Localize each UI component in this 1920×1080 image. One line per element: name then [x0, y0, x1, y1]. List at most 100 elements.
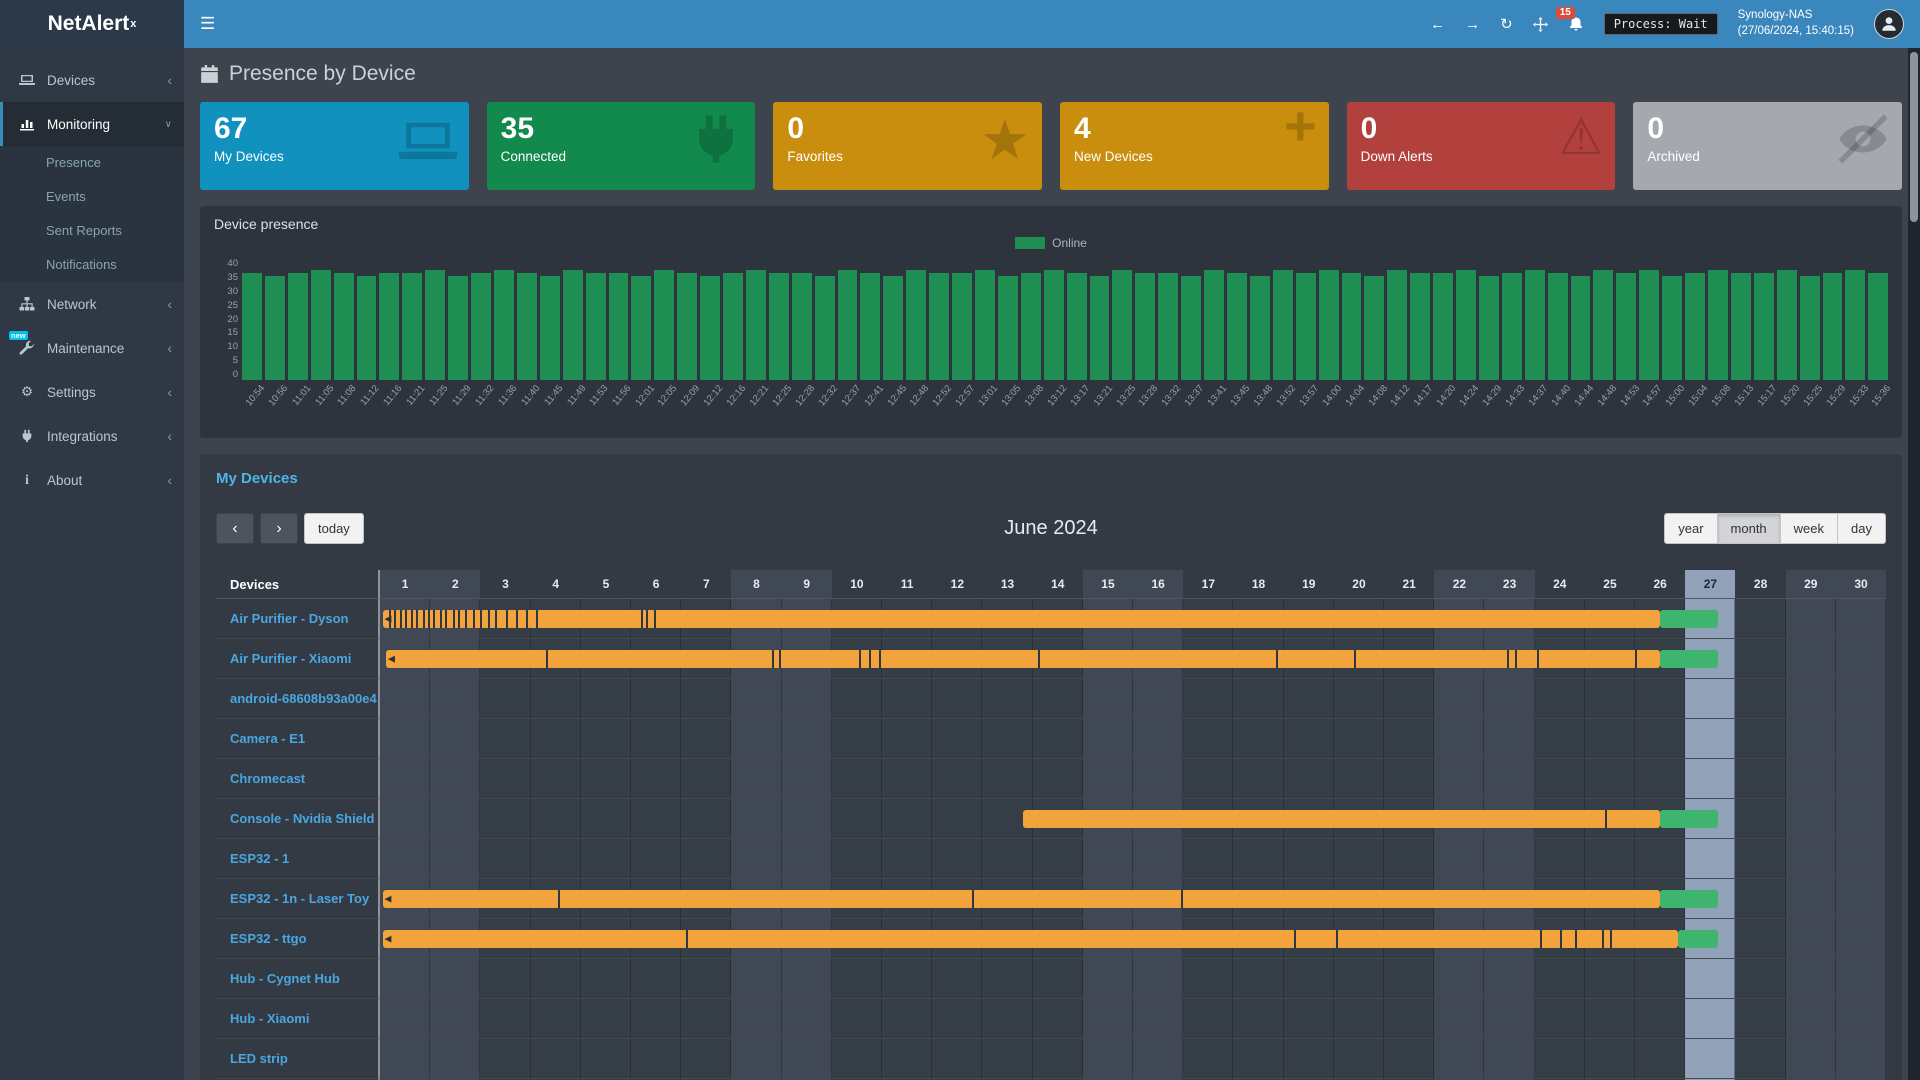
next-month-button[interactable]: ›	[260, 513, 298, 544]
stat-card-new-devices[interactable]: 4 New Devices +	[1060, 102, 1329, 190]
presence-event-bar[interactable]	[386, 650, 1660, 668]
stat-card-my-devices[interactable]: 67 My Devices	[200, 102, 469, 190]
today-button[interactable]: today	[304, 513, 364, 544]
chart-bar	[1708, 270, 1728, 380]
presence-event-bar[interactable]	[1660, 610, 1718, 628]
device-name[interactable]: Air Purifier - Dyson	[216, 599, 378, 639]
day-cell	[782, 1039, 832, 1078]
sidebar-item-monitoring[interactable]: Monitoring ∨	[0, 102, 184, 146]
day-cell	[932, 719, 982, 758]
day-cell	[631, 1039, 681, 1078]
day-cell	[1284, 839, 1334, 878]
day-cell	[832, 959, 882, 998]
day-cell	[1735, 679, 1785, 718]
day-cell	[531, 759, 581, 798]
x-tick-label: 13:37	[1183, 383, 1207, 408]
prev-month-button[interactable]: ‹	[216, 513, 254, 544]
device-name[interactable]: ESP32 - 1n - Laser Toy	[216, 879, 378, 919]
day-cell	[380, 679, 430, 718]
presence-event-bar[interactable]	[1023, 810, 1661, 828]
presence-event-bar[interactable]	[1660, 890, 1718, 908]
day-cell	[1836, 599, 1886, 638]
presence-event-bar[interactable]	[1660, 810, 1718, 828]
day-cell	[1434, 959, 1484, 998]
sidebar-item-integrations[interactable]: Integrations ‹	[0, 414, 184, 458]
day-cell	[1183, 719, 1233, 758]
x-tick-label: 12:41	[862, 383, 886, 408]
hamburger-icon[interactable]: ☰	[200, 14, 215, 34]
day-cell	[681, 799, 731, 838]
continues-left-arrow-icon: ◀	[385, 934, 392, 943]
presence-event-bar[interactable]	[383, 610, 1661, 628]
chart-bar	[1250, 276, 1270, 380]
refresh-icon[interactable]: ↻	[1500, 17, 1513, 32]
x-tick-label: 12:57	[954, 383, 978, 408]
stat-card-connected[interactable]: 35 Connected	[487, 102, 756, 190]
stat-card-down-alerts[interactable]: 0 Down Alerts ⚠	[1347, 102, 1616, 190]
x-tick-label: 15:29	[1824, 383, 1848, 408]
device-name[interactable]: ESP32 - 1	[216, 839, 378, 879]
device-name[interactable]: Chromecast	[216, 759, 378, 799]
day-cell	[1183, 1039, 1233, 1078]
day-cell	[1083, 999, 1133, 1038]
chart-bar	[379, 273, 399, 380]
day-cell	[1484, 759, 1534, 798]
continues-left-arrow-icon: ◀	[385, 614, 392, 623]
notifications-bell-icon[interactable]: 15	[1568, 16, 1584, 32]
day-cell	[932, 799, 982, 838]
device-name[interactable]: android-68608b93a00e4	[216, 679, 378, 719]
sidebar-subitem-sent-reports[interactable]: Sent Reports	[0, 214, 184, 248]
day-cell	[1083, 719, 1133, 758]
day-cell	[1836, 719, 1886, 758]
day-cell	[1585, 719, 1635, 758]
device-name[interactable]: ESP32 - ttgo	[216, 919, 378, 959]
x-tick-label: 14:08	[1366, 383, 1390, 408]
day-cell	[1133, 719, 1183, 758]
forward-arrow-icon[interactable]: →	[1465, 17, 1480, 32]
user-avatar[interactable]	[1874, 9, 1904, 39]
sidebar-subitem-notifications[interactable]: Notifications	[0, 248, 184, 282]
view-week-button[interactable]: week	[1780, 513, 1838, 544]
presence-event-bar[interactable]	[1678, 930, 1718, 948]
vertical-scrollbar[interactable]	[1908, 48, 1920, 1080]
device-timeline	[378, 1039, 1886, 1079]
scrollbar-thumb[interactable]	[1910, 52, 1918, 222]
sidebar-subitem-events[interactable]: Events	[0, 180, 184, 214]
app-logo[interactable]: NetAlertx	[0, 0, 184, 48]
sidebar-item-devices[interactable]: Devices ‹	[0, 58, 184, 102]
device-name[interactable]: Air Purifier - Xiaomi	[216, 639, 378, 679]
presence-event-bar[interactable]	[383, 890, 1661, 908]
day-cell	[1535, 999, 1585, 1038]
device-name[interactable]: Hub - Xiaomi	[216, 999, 378, 1039]
x-tick-label: 13:25	[1114, 383, 1138, 408]
sidebar-item-settings[interactable]: ⚙ Settings ‹	[0, 370, 184, 414]
view-day-button[interactable]: day	[1837, 513, 1886, 544]
sidebar-item-about[interactable]: i About ‹	[0, 458, 184, 502]
device-name[interactable]: Hub - Cygnet Hub	[216, 959, 378, 999]
process-status-badge[interactable]: Process: Wait	[1604, 13, 1718, 35]
stat-card-archived[interactable]: 0 Archived	[1633, 102, 1902, 190]
sidebar-item-maintenance[interactable]: new Maintenance ‹	[0, 326, 184, 370]
chart-bar	[769, 273, 789, 380]
device-name[interactable]: Camera - E1	[216, 719, 378, 759]
view-year-button[interactable]: year	[1664, 513, 1717, 544]
presence-event-bar[interactable]	[383, 930, 1678, 948]
day-cell	[1585, 759, 1635, 798]
stat-card-favorites[interactable]: 0 Favorites ★	[773, 102, 1042, 190]
view-month-button[interactable]: month	[1717, 513, 1781, 544]
x-tick-label: 14:24	[1458, 383, 1482, 408]
device-name[interactable]: LED strip	[216, 1039, 378, 1079]
day-cell	[480, 839, 530, 878]
chart-bar	[906, 270, 926, 380]
sidebar-item-network[interactable]: Network ‹	[0, 282, 184, 326]
sidebar-subitem-presence[interactable]: Presence	[0, 146, 184, 180]
move-arrows-icon[interactable]	[1533, 17, 1548, 32]
chevron-left-icon: ‹	[167, 340, 172, 356]
day-cell	[581, 719, 631, 758]
back-arrow-icon[interactable]: ←	[1430, 17, 1445, 32]
stat-label: New Devices	[1074, 149, 1315, 164]
device-name[interactable]: Console - Nvidia Shield TV	[216, 799, 378, 839]
day-cell	[1133, 999, 1183, 1038]
day-cell	[480, 1039, 530, 1078]
presence-event-bar[interactable]	[1660, 650, 1718, 668]
